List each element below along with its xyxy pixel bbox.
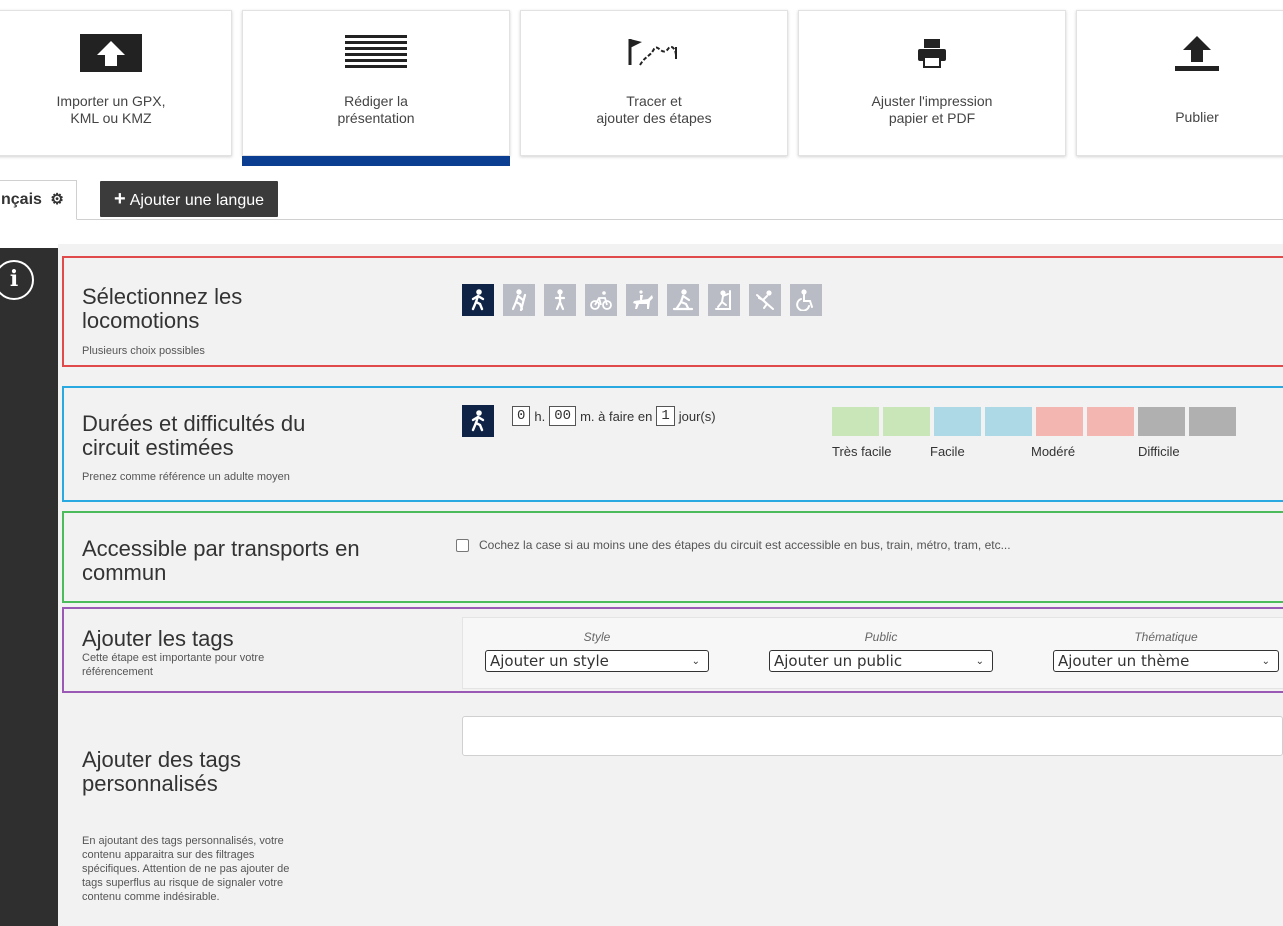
transport-checkbox-label: Cochez la case si au moins une des étape… [479, 538, 1011, 552]
add-language-button[interactable]: + Ajouter une langue [100, 181, 279, 217]
info-sidebar: i [0, 248, 58, 926]
theme-select-value: Ajouter un thème [1058, 652, 1190, 670]
walking-icon [462, 405, 494, 437]
transport-section: Accessible par transports en commun Coch… [62, 511, 1283, 603]
locomotion-subtitle: Plusieurs choix possibles [82, 345, 205, 357]
hiking-icon[interactable] [503, 284, 535, 316]
tags-title: Ajouter les tags [82, 626, 234, 651]
custom-tags-input[interactable] [462, 716, 1283, 756]
chevron-down-icon: ⌄ [975, 655, 984, 667]
running-icon[interactable] [544, 284, 576, 316]
hours-unit: h. [534, 408, 546, 424]
locomotion-section: Sélectionnez les locomotions Plusieurs c… [62, 256, 1283, 367]
step-route[interactable]: Tracer et ajouter des étapes [520, 10, 788, 156]
difficulty-bar-easy-2[interactable] [985, 407, 1032, 436]
minutes-unit: m. à faire en [580, 408, 653, 424]
horse-riding-icon[interactable] [626, 284, 658, 316]
locomotion-options [462, 284, 822, 316]
chevron-down-icon: ⌄ [1261, 655, 1270, 667]
duration-subtitle: Prenez comme référence un adulte moyen [82, 471, 290, 483]
difficulty-label-difficult: Difficile [1138, 444, 1180, 459]
difficulty-bar-moderate-1[interactable] [1036, 407, 1083, 436]
step-print-label: Ajuster l'impression papier et PDF [871, 93, 993, 126]
upload-box-icon [0, 33, 231, 73]
step-presentation-label: Rédiger la présentation [337, 93, 415, 126]
chevron-down-icon: ⌄ [691, 655, 700, 667]
style-select[interactable]: Ajouter un style ⌄ [485, 650, 709, 672]
theme-header: Thématique [1134, 630, 1198, 644]
duration-title: Durées et difficultés du circuit estimée… [82, 411, 306, 460]
wizard-steps: Importer un GPX, KML ou KMZ Rédiger la p… [0, 0, 1283, 170]
custom-tags-subtitle: En ajoutant des tags personnalisés, votr… [82, 835, 290, 903]
printer-icon [799, 33, 1065, 73]
current-language-label: nçais [1, 191, 42, 208]
walking-icon[interactable] [462, 284, 494, 316]
difficulty-bar-moderate-2[interactable] [1087, 407, 1134, 436]
public-header: Public [864, 630, 898, 644]
route-flag-icon [521, 33, 787, 73]
step-publish[interactable]: Publier [1076, 10, 1283, 156]
snowshoe-icon[interactable] [667, 284, 699, 316]
difficulty-bar-difficult-2[interactable] [1189, 407, 1236, 436]
theme-select[interactable]: Ajouter un thème ⌄ [1053, 650, 1279, 672]
difficulty-selector: Très facile Facile Modéré Difficile [832, 407, 1236, 459]
step-import-label: Importer un GPX, KML ou KMZ [56, 93, 166, 126]
wheelchair-icon[interactable] [790, 284, 822, 316]
tab-current-language[interactable]: nçais ⚙ [0, 180, 77, 220]
skiing-icon[interactable] [749, 284, 781, 316]
transport-title: Accessible par transports en commun [82, 536, 360, 585]
difficulty-bar-difficult-1[interactable] [1138, 407, 1185, 436]
plus-icon: + [114, 188, 126, 210]
text-lines-icon [243, 33, 509, 73]
locomotion-title: Sélectionnez les locomotions [82, 284, 243, 333]
days-field[interactable]: 1 [656, 406, 675, 426]
public-select[interactable]: Ajouter un public ⌄ [769, 650, 993, 672]
language-tabs: nçais ⚙ + Ajouter une langue [0, 178, 1283, 220]
tags-selectors: Style Ajouter un style ⌄ Public Ajouter … [462, 617, 1283, 689]
difficulty-bar-very-easy-2[interactable] [883, 407, 930, 436]
days-unit: jour(s) [678, 408, 716, 424]
gear-icon[interactable]: ⚙ [50, 191, 63, 208]
theme-column: Thématique Ajouter un thème ⌄ [1053, 630, 1279, 672]
difficulty-bars [832, 407, 1236, 436]
step-presentation[interactable]: Rédiger la présentation [242, 10, 510, 166]
publish-upload-icon [1077, 33, 1283, 73]
duration-row: 0 h. 00 m. à faire en 1 jour(s) [462, 405, 716, 437]
step-import[interactable]: Importer un GPX, KML ou KMZ [0, 10, 232, 156]
style-header: Style [583, 630, 611, 644]
step-print[interactable]: Ajuster l'impression papier et PDF [798, 10, 1066, 156]
info-icon[interactable]: i [0, 260, 34, 300]
difficulty-label-very-easy: Très facile [832, 444, 892, 459]
add-language-label: Ajouter une langue [129, 192, 265, 209]
style-column: Style Ajouter un style ⌄ [485, 630, 709, 672]
custom-tags-title: Ajouter des tags personnalisés [82, 747, 241, 796]
style-select-value: Ajouter un style [490, 652, 609, 670]
transport-checkbox[interactable] [456, 538, 469, 552]
public-column: Public Ajouter un public ⌄ [769, 630, 993, 672]
tags-section: Ajouter les tags Cette étape est importa… [62, 607, 1283, 693]
difficulty-bar-easy-1[interactable] [934, 407, 981, 436]
difficulty-label-easy: Facile [930, 444, 965, 459]
climbing-icon[interactable] [708, 284, 740, 316]
minutes-field[interactable]: 00 [549, 406, 577, 426]
difficulty-labels: Très facile Facile Modéré Difficile [832, 444, 1236, 459]
step-route-label: Tracer et ajouter des étapes [596, 93, 712, 126]
difficulty-label-moderate: Modéré [1031, 444, 1076, 459]
cycling-icon[interactable] [585, 284, 617, 316]
tags-subtitle: Cette étape est importante pour votre ré… [82, 652, 265, 678]
hours-field[interactable]: 0 [512, 406, 531, 426]
transport-option: Cochez la case si au moins une des étape… [456, 538, 1011, 552]
difficulty-bar-very-easy-1[interactable] [832, 407, 879, 436]
public-select-value: Ajouter un public [774, 652, 903, 670]
duration-section: Durées et difficultés du circuit estimée… [62, 386, 1283, 502]
step-publish-label: Publier [1175, 109, 1219, 125]
